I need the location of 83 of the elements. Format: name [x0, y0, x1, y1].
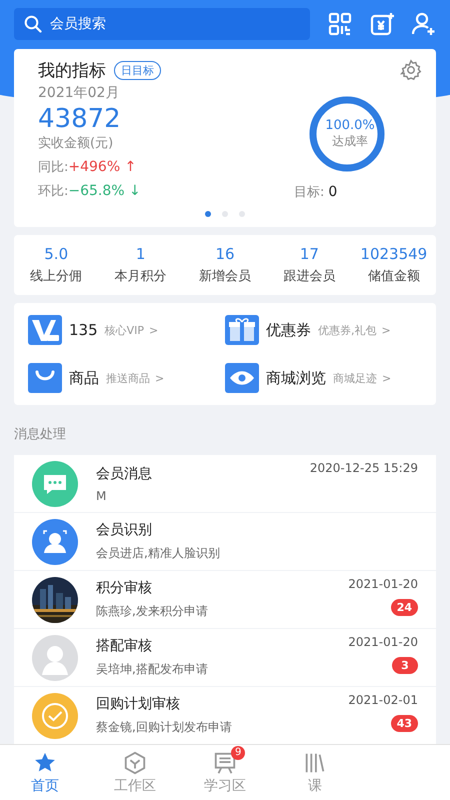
- shortcut-subtitle: 商城足迹: [333, 370, 377, 386]
- shortcut-subtitle: 核心VIP: [104, 322, 144, 338]
- settings-icon[interactable]: [400, 58, 422, 81]
- goal-tag[interactable]: 日目标: [114, 60, 161, 80]
- coupon-icon[interactable]: [370, 12, 394, 36]
- qr-code-icon[interactable]: [328, 12, 352, 36]
- message-subtitle: 吴培坤,搭配发布申请: [96, 661, 209, 678]
- message-title: 回购计划审核: [96, 695, 181, 713]
- message-time: 2021-02-01: [348, 693, 418, 707]
- count-badge: 43: [390, 715, 418, 732]
- eye-icon: [225, 363, 259, 393]
- rate-label: 达成率: [332, 132, 368, 150]
- chevron-icon: >: [149, 324, 158, 336]
- page-dot[interactable]: [205, 211, 211, 217]
- message-title: 会员识别: [96, 521, 153, 539]
- stat-label: 储值金额: [368, 268, 420, 285]
- nav-tab[interactable]: 学习区 9: [180, 745, 270, 800]
- chevron-icon: >: [155, 372, 164, 384]
- stat-label: 线上分佣: [30, 268, 82, 285]
- shortcut-item[interactable]: 商品 推送商品 >: [28, 363, 225, 393]
- stat-value: 16: [215, 245, 235, 263]
- add-user-icon[interactable]: [412, 12, 436, 36]
- stat-label: 新增会员: [199, 268, 252, 285]
- message-item[interactable]: 会员识别 会员进店,精准人脸识别: [14, 513, 436, 570]
- page-dot[interactable]: [239, 211, 245, 217]
- message-title: 积分审核: [96, 579, 153, 597]
- check-icon: [32, 692, 78, 738]
- message-item[interactable]: 积分审核 陈燕珍,发来积分申请 2021-01-20 24: [14, 571, 436, 628]
- message-item[interactable]: 回购计划审核 蔡金镜,回购计划发布申请 2021-02-01 43: [14, 687, 436, 744]
- stat-value: 1023549: [360, 245, 428, 263]
- count-badge: 3: [392, 657, 418, 674]
- search-field[interactable]: 会员搜索: [14, 8, 310, 40]
- face-scan-icon: [32, 518, 78, 564]
- stat-value: 17: [300, 245, 319, 263]
- shortcut-title: 135: [69, 321, 98, 339]
- stat-value: 5.0: [44, 245, 68, 263]
- message-subtitle: 陈燕珍,发来积分申请: [96, 603, 209, 620]
- target-value: 0: [328, 184, 338, 200]
- shortcut-item[interactable]: 135 核心VIP >: [28, 315, 225, 345]
- vip-icon: [28, 315, 62, 345]
- message-title: 搭配审核: [96, 637, 153, 655]
- count-badge: 24: [390, 599, 418, 616]
- page-dot[interactable]: [222, 211, 228, 217]
- tab-badge: 9: [231, 746, 246, 760]
- cube-icon: [123, 750, 147, 774]
- shortcut-item[interactable]: 商城浏览 商城足迹 >: [225, 363, 422, 393]
- chat-icon: [32, 460, 78, 506]
- rate-value: 100.0%: [325, 118, 375, 133]
- shortcut-subtitle: 优惠券,礼包: [318, 322, 376, 338]
- message-item[interactable]: 搭配审核 吴培坤,搭配发布申请 2021-01-20 3: [14, 629, 436, 686]
- avatar-icon: [32, 634, 78, 680]
- shortcut-item[interactable]: 优惠券 优惠券,礼包 >: [225, 315, 422, 345]
- nav-tab[interactable]: 首页: [0, 745, 90, 800]
- chevron-icon: >: [382, 372, 392, 384]
- yoy-value: +496% ↑: [68, 158, 136, 175]
- shopping-bag-icon: [28, 363, 62, 393]
- mom-value: −65.8% ↓: [68, 182, 141, 199]
- section-title: 消息处理: [13, 426, 67, 444]
- board-icon: [213, 750, 237, 774]
- amount-label: 实收金额(元): [38, 134, 114, 152]
- message-time: 2020-12-25 15:29: [310, 461, 418, 475]
- mom-label: 环比:: [38, 182, 68, 200]
- chevron-icon: >: [382, 324, 391, 336]
- gift-icon: [225, 315, 259, 345]
- message-subtitle: M: [96, 488, 108, 502]
- shortcut-title: 商品: [69, 368, 99, 388]
- target-label: 目标:: [294, 184, 324, 201]
- month-label: 2021年02月: [38, 84, 120, 102]
- amount-value: 43872: [38, 104, 121, 134]
- stat-label: 跟进会员: [283, 268, 336, 285]
- shortcut-title: 优惠券: [266, 320, 311, 340]
- stat-value: 1: [136, 245, 146, 263]
- card-title: 我的指标: [38, 60, 106, 82]
- message-time: 2021-01-20: [348, 577, 418, 591]
- message-title: 会员消息: [96, 464, 153, 482]
- shortcut-subtitle: 推送商品: [106, 370, 150, 386]
- yoy-label: 同比:: [38, 158, 68, 176]
- message-subtitle: 会员进店,精准人脸识别: [96, 545, 221, 562]
- shortcut-title: 商城浏览: [266, 368, 326, 388]
- message-item[interactable]: 会员消息 M 2020-12-25 15:29: [14, 455, 436, 512]
- stat-label: 本月积分: [114, 268, 167, 285]
- message-time: 2021-01-20: [348, 635, 418, 649]
- message-subtitle: 蔡金镜,回购计划发布申请: [96, 719, 233, 736]
